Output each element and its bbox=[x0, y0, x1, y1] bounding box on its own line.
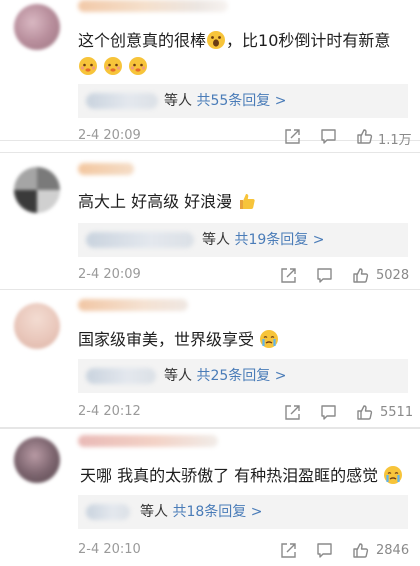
comment-icon[interactable] bbox=[320, 128, 337, 145]
replier-names bbox=[86, 368, 156, 384]
replies-preview[interactable]: 等人 共19条回复 > bbox=[78, 223, 408, 257]
replies-summary[interactable]: 等人 共25条回复 > bbox=[164, 359, 286, 393]
replies-summary[interactable]: 等人 共18条回复 > bbox=[140, 495, 262, 529]
share-icon[interactable] bbox=[284, 404, 301, 421]
crying-face-emoji-icon bbox=[384, 466, 403, 484]
comment-text: 天哪 我真的太骄傲了 有种热泪盈眶的感觉 bbox=[80, 463, 408, 489]
avatar[interactable] bbox=[14, 167, 60, 213]
comment-item: 高大上 好高级 好浪漫 等人 共19条回复 > 2-4 20:09 5028 bbox=[0, 152, 420, 290]
replier-names bbox=[86, 504, 130, 520]
comment-text: 国家级审美，世界级享受 bbox=[78, 327, 408, 353]
share-icon[interactable] bbox=[280, 267, 297, 284]
thumbs-up-emoji-icon bbox=[240, 194, 255, 209]
replies-preview[interactable]: 等人 共25条回复 > bbox=[78, 359, 408, 393]
comment-item: 这个创意真的很棒 ，比10秒倒计时有新意 等人 共55条回复 > 2-4 20:0… bbox=[0, 0, 420, 148]
like-count: 5511 bbox=[380, 405, 414, 420]
like-count: 1.1万 bbox=[378, 133, 412, 148]
username[interactable] bbox=[78, 299, 188, 311]
replier-names bbox=[86, 232, 194, 248]
replies-preview[interactable]: 等人 共18条回复 > bbox=[78, 495, 408, 529]
like-count: 5028 bbox=[376, 268, 410, 283]
share-icon[interactable] bbox=[280, 542, 297, 559]
comment-time: 2-4 20:09 bbox=[78, 267, 141, 282]
avatar[interactable] bbox=[14, 303, 60, 349]
comment-icon[interactable] bbox=[316, 542, 333, 559]
like-count: 2846 bbox=[376, 543, 410, 558]
comment-time: 2-4 20:12 bbox=[78, 404, 141, 419]
avatar[interactable] bbox=[14, 4, 60, 50]
comment-item: 天哪 我真的太骄傲了 有种热泪盈眶的感觉 等人 共18条回复 > 2-4 20:… bbox=[0, 428, 420, 566]
comment-time: 2-4 20:10 bbox=[78, 542, 141, 557]
share-icon[interactable] bbox=[284, 128, 301, 145]
thumbs-up-icon[interactable] bbox=[352, 267, 369, 284]
thumbs-up-icon[interactable] bbox=[356, 128, 373, 145]
cute-face-emoji-icon bbox=[129, 57, 148, 75]
username[interactable] bbox=[78, 0, 228, 12]
replier-names bbox=[86, 93, 158, 109]
replies-summary[interactable]: 等人 共55条回复 > bbox=[164, 84, 286, 118]
cute-face-emoji-icon bbox=[104, 57, 123, 75]
amazed-face-emoji-icon bbox=[207, 31, 226, 49]
avatar[interactable] bbox=[14, 437, 60, 483]
comment-icon[interactable] bbox=[316, 267, 333, 284]
comment-icon[interactable] bbox=[320, 404, 337, 421]
comment-text: 这个创意真的很棒 ，比10秒倒计时有新意 bbox=[78, 28, 408, 80]
thumbs-up-icon[interactable] bbox=[356, 404, 373, 421]
crying-face-emoji-icon bbox=[260, 330, 279, 348]
comment-time: 2-4 20:09 bbox=[78, 128, 141, 143]
username[interactable] bbox=[78, 163, 134, 175]
comment-item: 国家级审美，世界级享受 等人 共25条回复 > 2-4 20:12 5511 bbox=[0, 289, 420, 428]
username[interactable] bbox=[78, 435, 218, 447]
comment-text: 高大上 好高级 好浪漫 bbox=[78, 189, 408, 215]
replies-preview[interactable]: 等人 共55条回复 > bbox=[78, 84, 408, 118]
replies-summary[interactable]: 等人 共19条回复 > bbox=[202, 223, 324, 257]
cute-face-emoji-icon bbox=[79, 57, 97, 75]
thumbs-up-icon[interactable] bbox=[352, 542, 369, 559]
